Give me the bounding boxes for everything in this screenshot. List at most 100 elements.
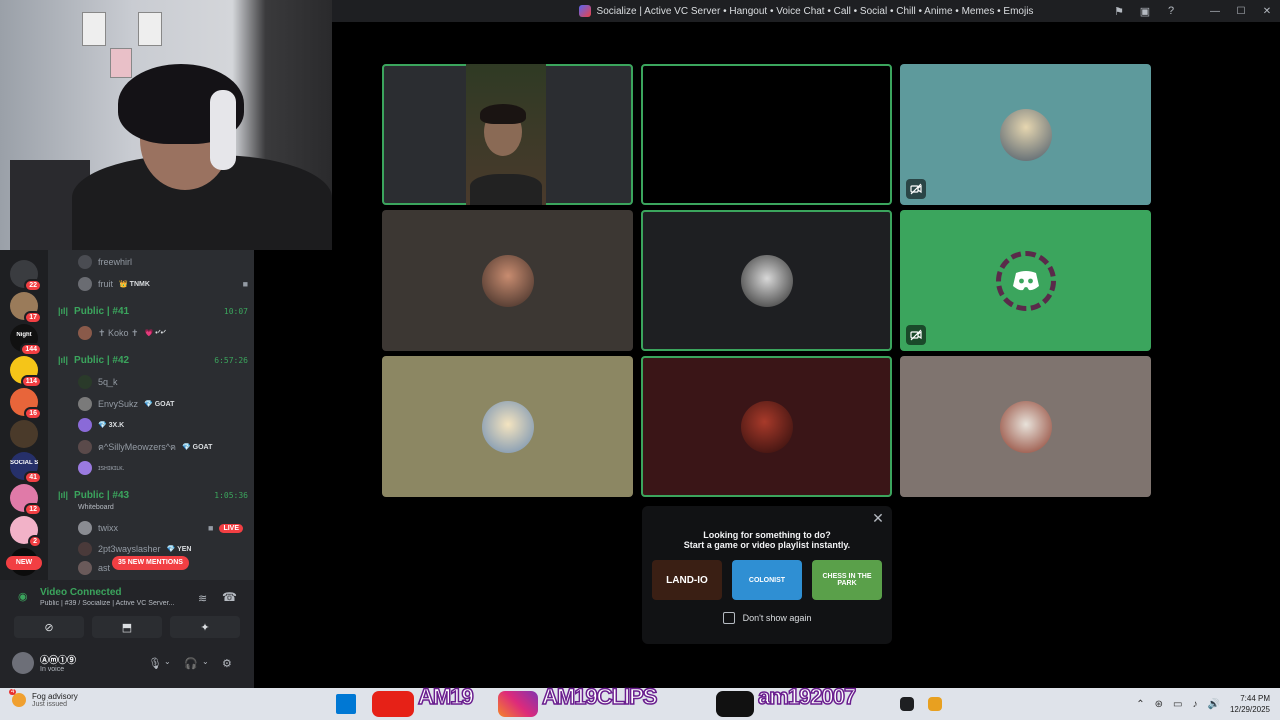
server-icon[interactable]: Night 144 xyxy=(10,324,42,356)
screen-share-button[interactable]: ⬒ xyxy=(92,616,162,638)
clock-time: 7:44 PM xyxy=(1240,694,1270,703)
participant-tile[interactable] xyxy=(382,64,633,205)
screen-icon[interactable]: ▣ xyxy=(1132,5,1158,18)
participant-tile[interactable] xyxy=(382,210,633,351)
dont-show-again-row[interactable]: Don't show again xyxy=(642,612,892,624)
clock[interactable]: 7:44 PM 12/29/2025 xyxy=(1230,693,1270,715)
server-icon[interactable]: SOCIAL STE 41 xyxy=(10,452,42,484)
minimize-button[interactable]: — xyxy=(1202,6,1228,17)
help-icon[interactable]: ? xyxy=(1158,5,1184,17)
microphone-icon[interactable]: 🎙 xyxy=(148,657,162,670)
voice-user[interactable]: EnvySukz 💎 GOAT xyxy=(78,395,174,413)
voice-channel-public-43[interactable]: |ıl| Public | #43 1:05:36 xyxy=(58,486,248,504)
chevron-down-icon[interactable]: ⌄ xyxy=(202,657,209,666)
user-avatar xyxy=(78,521,92,535)
video-shirt xyxy=(470,174,542,205)
participant-video xyxy=(466,64,546,205)
voice-user[interactable]: 5q_k xyxy=(78,373,118,391)
user-display-name: Ⓐⓜ①⑨ xyxy=(40,655,77,665)
participant-tile[interactable] xyxy=(382,356,633,497)
voice-activity-icon: |ıl| xyxy=(58,355,69,365)
participant-tile[interactable] xyxy=(900,64,1151,205)
taskbar-app-icon[interactable] xyxy=(928,697,942,711)
network-icon[interactable]: ▭ xyxy=(1173,699,1182,710)
voice-stage: ✕ Looking for something to do? Start a g… xyxy=(332,22,1280,688)
user-avatar xyxy=(78,397,92,411)
activity-game-chess[interactable]: CHESS IN THE PARK xyxy=(812,560,882,600)
tray-chevron-icon[interactable]: ⌃ xyxy=(1136,699,1144,710)
activities-button[interactable]: ✦ xyxy=(170,616,240,638)
channel-name: Public | #41 xyxy=(74,305,130,317)
voice-user[interactable]: ฅ^SillyMeowzers^ฅ 💎 GOAT xyxy=(78,438,212,456)
weather-badge: 4 xyxy=(9,689,17,695)
close-window-button[interactable]: ✕ xyxy=(1254,6,1280,17)
noise-suppression-icon[interactable]: ≋ xyxy=(198,592,207,605)
channel-activity: Whiteboard xyxy=(78,504,114,511)
participant-tile[interactable] xyxy=(641,64,892,205)
participant-tile[interactable] xyxy=(900,356,1151,497)
participant-tile[interactable] xyxy=(641,210,892,351)
voice-status[interactable]: Video Connected xyxy=(40,587,122,598)
dont-show-again-checkbox[interactable] xyxy=(722,612,735,624)
voice-channel-public-41[interactable]: |ıl| Public | #41 10:07 xyxy=(58,302,248,320)
voice-user[interactable]: ɪsʜɪᴋɪʟᴋ. xyxy=(78,459,125,477)
game-label: CHESS IN THE PARK xyxy=(822,573,872,587)
voice-user[interactable]: 💎 3X.K xyxy=(78,416,124,434)
voice-user[interactable]: ast xyxy=(78,561,110,575)
maximize-button[interactable]: ☐ xyxy=(1228,6,1254,17)
server-icon[interactable]: 16 xyxy=(10,388,42,420)
user-area[interactable]: Ⓐⓜ①⑨ In voice xyxy=(12,652,76,674)
youtube-logo-icon xyxy=(372,691,414,717)
camera-icon: ■ xyxy=(208,523,214,533)
voice-user[interactable]: ✝ Koko ✝ 💗 •ᐟ•ᐟ xyxy=(78,324,166,342)
webcam-headphones xyxy=(210,90,236,170)
new-servers-pill[interactable]: NEW xyxy=(6,556,42,570)
taskbar-app-icon[interactable] xyxy=(900,697,914,711)
mic-icon[interactable]: ♪ xyxy=(1193,699,1198,710)
participant-tile[interactable] xyxy=(900,210,1151,351)
server-icon[interactable]: 22 xyxy=(10,260,42,292)
voice-user[interactable]: fruit 👑 TNMK ■ xyxy=(78,275,248,293)
chevron-down-icon[interactable]: ⌄ xyxy=(164,657,171,666)
tray-app-icon[interactable]: ⊛ xyxy=(1155,699,1163,710)
user-tag: 💎 GOAT xyxy=(182,444,213,451)
voice-user[interactable]: freewhirl xyxy=(78,253,132,271)
voice-channel-public-42[interactable]: |ıl| Public | #42 6:57:26 xyxy=(58,351,248,369)
server-icon[interactable]: 12 xyxy=(10,484,42,516)
activity-game-landio[interactable]: LAND-IO xyxy=(652,560,722,600)
activity-game-colonist[interactable]: COLONIST xyxy=(732,560,802,600)
instagram-logo-icon xyxy=(498,691,538,717)
server-icon[interactable] xyxy=(10,420,38,448)
server-icon[interactable]: 17 xyxy=(10,292,42,324)
user-avatar xyxy=(78,542,92,556)
inbox-flag-icon[interactable]: ⚑ xyxy=(1106,5,1132,18)
user-avatar xyxy=(78,461,92,475)
user-avatar xyxy=(78,326,92,340)
voice-channel-path[interactable]: Public | #39 / Socialize | Active VC Ser… xyxy=(40,600,190,607)
window-title-text: Socialize | Active VC Server • Hangout •… xyxy=(596,5,1034,17)
camera-toggle-button[interactable]: ⊘ xyxy=(14,616,84,638)
user-name: freewhirl xyxy=(98,257,133,267)
settings-gear-icon[interactable]: ⚙ xyxy=(222,657,232,670)
close-icon[interactable]: ✕ xyxy=(870,510,886,526)
discord-sidebar: 22 17 Night 144 114 16 SOCIAL STE 41 12 2 NEW fre… xyxy=(0,250,254,688)
window-titlebar: Socialize | Active VC Server • Hangout •… xyxy=(332,0,1280,22)
participant-tile[interactable] xyxy=(641,356,892,497)
participant-avatar xyxy=(481,254,534,307)
volume-icon[interactable]: 🔊 xyxy=(1208,699,1220,710)
voice-user[interactable]: twixx ■ LIVE xyxy=(78,519,243,537)
activities-icon: ✦ xyxy=(200,621,210,634)
disconnect-icon[interactable]: ☎ xyxy=(222,590,237,604)
weather-widget[interactable]: 4 Fog advisory Just issued xyxy=(9,689,78,708)
new-mentions-pill[interactable]: 35 NEW MENTIONS xyxy=(112,556,189,570)
server-icon[interactable]: 114 xyxy=(10,356,42,388)
channel-timer: 1:05:36 xyxy=(214,490,248,500)
headphones-icon[interactable]: 🎧 xyxy=(184,657,198,670)
start-button[interactable] xyxy=(336,694,356,714)
wall-frame xyxy=(82,12,106,46)
user-name: ast xyxy=(98,563,111,573)
user-avatar xyxy=(78,277,92,291)
server-icon[interactable]: 2 xyxy=(10,516,42,548)
server-icon-label: Night xyxy=(16,332,32,338)
user-tag: 💎 YEN xyxy=(166,546,192,553)
